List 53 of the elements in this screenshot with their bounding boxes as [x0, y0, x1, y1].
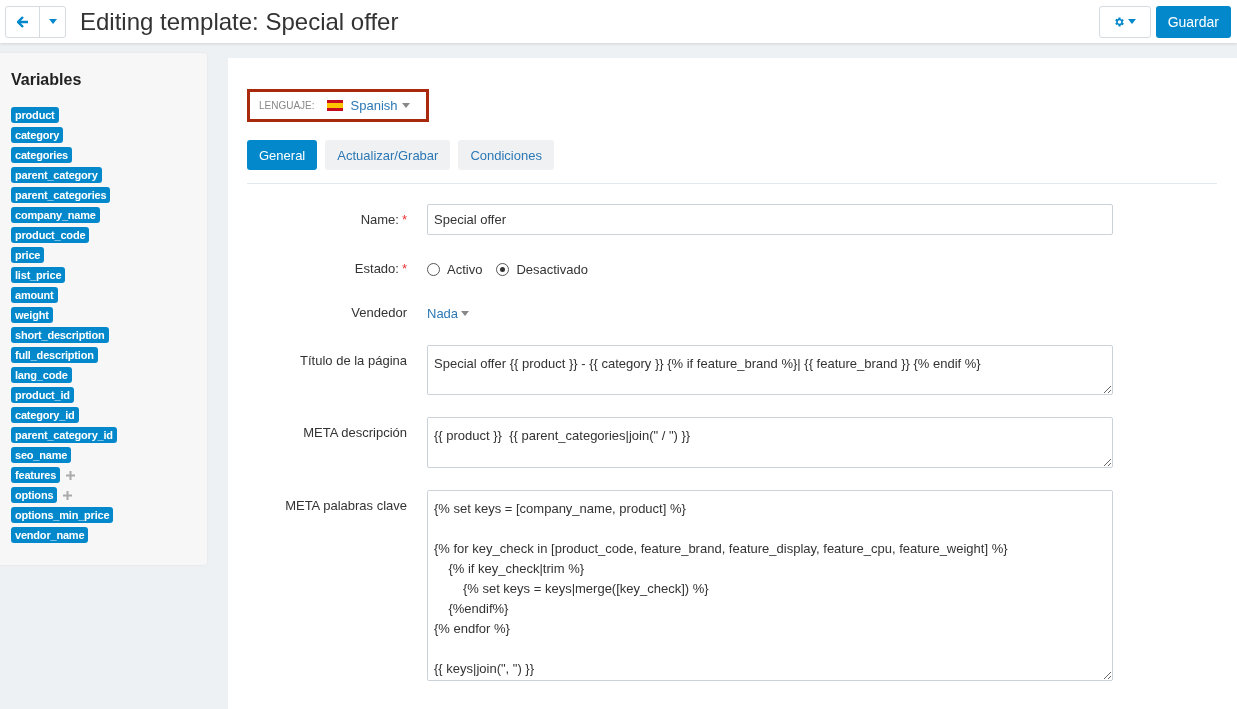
panel-title: Variables — [11, 71, 83, 89]
caret-icon — [48, 19, 57, 24]
flag-icon — [326, 100, 343, 111]
language-label: LENGUAJE: — [259, 100, 315, 111]
vendor-dropdown[interactable]: Nada — [427, 303, 1113, 323]
caret-icon — [461, 310, 470, 316]
settings-button[interactable] — [1098, 5, 1151, 38]
arrow-left-icon — [16, 15, 29, 28]
variable-tag[interactable]: seo_name — [11, 447, 72, 463]
variable-tag[interactable]: price — [11, 247, 45, 263]
variable-tag[interactable]: features — [11, 467, 61, 483]
variable-tag[interactable]: vendor_name — [11, 527, 89, 543]
variable-tag[interactable]: category_id — [11, 407, 79, 423]
caret-icon — [401, 103, 410, 108]
variable-tag[interactable]: product — [11, 107, 59, 123]
variable-tag[interactable]: options — [11, 487, 58, 503]
variable-tag[interactable]: product_id — [11, 387, 74, 403]
page-title: Editing template: Special offer — [80, 7, 400, 36]
text-area[interactable]: {% set keys = [company_name, product] %} {% for key_check in [product_code, feature_brand, feature_display, feature_cpu, feature_weight] %} {% if key_check|trim %} {% set keys = keys|merge([key_check]) %} {%endif%} {% endfor %} {{ keys|join(", ") }} — [427, 490, 1113, 681]
variable-tag[interactable]: short_description — [11, 327, 109, 343]
variable-tag[interactable]: parent_categories — [11, 187, 111, 203]
caret-icon — [1128, 19, 1137, 24]
variable-tag[interactable]: parent_category_id — [11, 427, 117, 443]
radio-option[interactable]: Desactivado — [496, 261, 588, 277]
field-label: Título de la página — [299, 352, 407, 370]
language-dropdown[interactable]: Spanish — [326, 98, 410, 113]
text-area[interactable]: Special offer {{ product }} - {{ category }} {% if feature_brand %}| {{ feature_brand }} {% endif %} — [427, 345, 1113, 395]
variable-tag[interactable]: options_min_price — [11, 507, 114, 523]
variable-tag[interactable]: list_price — [11, 267, 66, 283]
plus-icon[interactable] — [63, 490, 73, 500]
field-label: Vendedor — [350, 304, 407, 322]
variable-tag[interactable]: product_code — [11, 227, 90, 243]
variable-tag[interactable]: company_name — [11, 207, 100, 223]
plus-icon[interactable] — [66, 470, 76, 480]
variable-tag[interactable]: amount — [11, 287, 58, 303]
save-button[interactable]: Guardar — [1155, 5, 1231, 38]
text-field[interactable]: Special offer — [427, 204, 1113, 235]
field-label: META descripción — [302, 424, 407, 442]
field-label: Estado: * — [353, 260, 407, 278]
variable-tag[interactable]: full_description — [11, 347, 98, 363]
field-label: META palabras clave — [284, 497, 407, 515]
field-label: Name: * — [359, 211, 407, 229]
text-area[interactable]: {{ product }} {{ parent_categories|join(" / ") }} — [427, 417, 1113, 468]
variable-tag[interactable]: lang_code — [11, 367, 72, 383]
variable-tag[interactable]: category — [11, 127, 64, 143]
tab[interactable]: Condiciones — [458, 140, 554, 170]
variable-tag[interactable]: weight — [11, 307, 53, 323]
variable-tag[interactable]: categories — [11, 147, 73, 163]
tab[interactable]: Actualizar/Grabar — [325, 140, 451, 170]
variable-tag[interactable]: parent_category — [11, 167, 102, 183]
radio-option[interactable]: Activo — [427, 261, 483, 277]
settings-icon — [1113, 15, 1126, 28]
tab[interactable]: General — [247, 140, 318, 170]
